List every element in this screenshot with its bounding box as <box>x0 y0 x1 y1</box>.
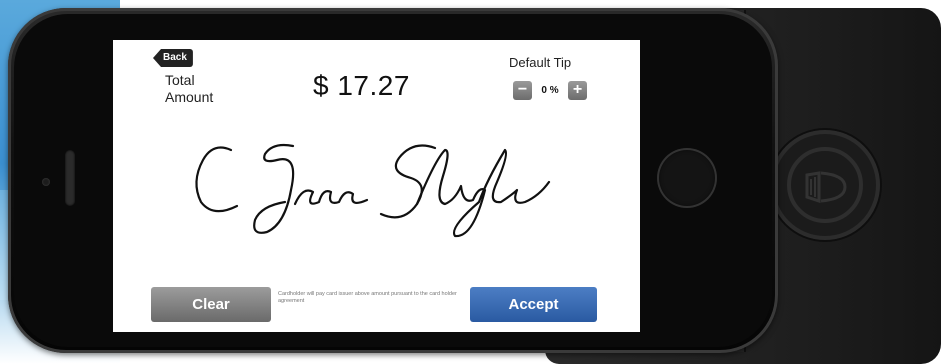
camera-icon <box>42 178 50 186</box>
speaker-grille <box>65 150 75 206</box>
tip-stepper[interactable]: − 0 % + <box>513 80 593 100</box>
phone-screen: Back Total Amount $ 17.27 Default Tip − … <box>113 40 640 332</box>
clear-button[interactable]: Clear <box>151 287 271 322</box>
tip-decrease-button[interactable]: − <box>513 80 532 100</box>
cardholder-notice: Cardholder will pay card issuer above am… <box>278 291 457 304</box>
total-amount-label: Total Amount <box>165 72 214 105</box>
signature-pad[interactable] <box>173 120 573 250</box>
home-button-icon[interactable] <box>657 148 717 208</box>
accept-button[interactable]: Accept <box>470 287 597 322</box>
tip-increase-button[interactable]: + <box>568 80 587 100</box>
back-button[interactable]: Back <box>153 49 193 67</box>
amount-value: $ 17.27 <box>313 70 410 101</box>
signature-stroke <box>195 143 551 238</box>
default-tip-label: Default Tip <box>509 55 572 70</box>
reader-logo-icon <box>770 130 880 240</box>
tip-value: 0 % <box>532 80 568 100</box>
